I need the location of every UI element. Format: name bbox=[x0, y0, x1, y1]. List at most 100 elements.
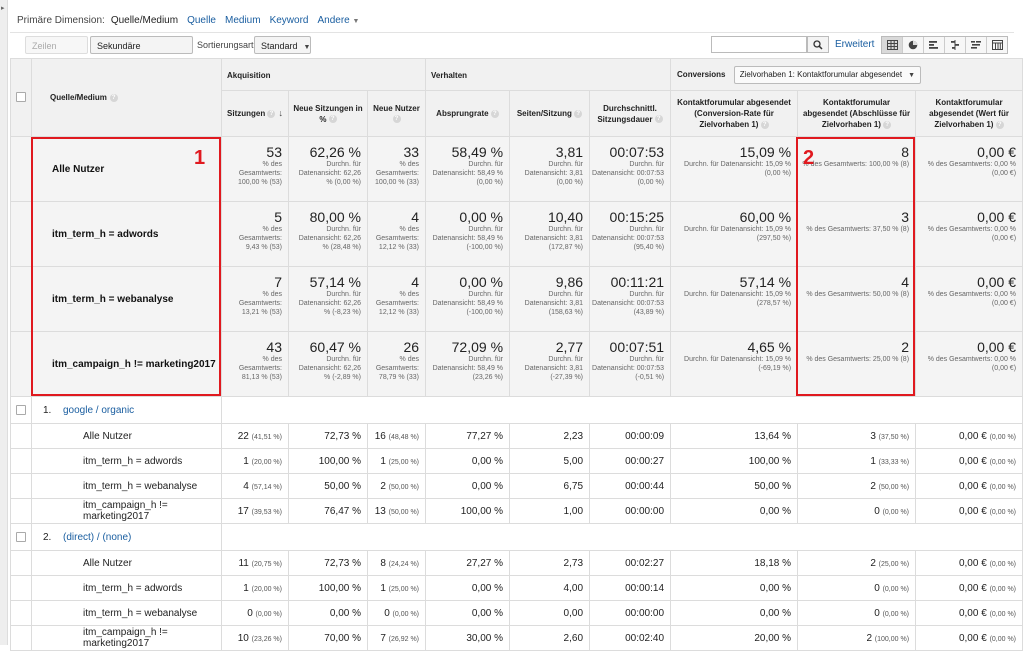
summary-rows: Alle Nutzer 53% des Gesamtwerts: 100,00 %… bbox=[10, 136, 1024, 397]
group-source-link[interactable]: google / organic bbox=[63, 405, 134, 416]
metric-cell: 43% des Gesamtwerts: 81,13 % (53) bbox=[221, 331, 289, 397]
metric-cell: 00:02:40 bbox=[589, 625, 672, 651]
column-header[interactable]: Durchschnittl. Sitzungsdauer ? bbox=[589, 90, 672, 137]
metric-comparison: Durchn. für Datenansicht: 15,09 % (297,5… bbox=[684, 226, 792, 242]
metric-value: 2,77 bbox=[555, 339, 584, 355]
dimension-link-medium[interactable]: Medium bbox=[225, 15, 261, 26]
metric-cell: 9,86 Durchn. für Datenansicht: 3,81 (158,… bbox=[509, 266, 591, 332]
metric-cell: 2 (50,00 %) bbox=[797, 473, 917, 499]
metric-comparison: % des Gesamtwerts: 0,00 % (0,00 €) bbox=[927, 226, 1017, 242]
dimension-link-keyword[interactable]: Keyword bbox=[270, 15, 309, 26]
report-table: Quelle/Medium ? Akquisition Verhalten Co… bbox=[10, 58, 1024, 651]
row-select-cell bbox=[10, 473, 32, 499]
metric-comparison: Durchn. für Datenansicht: 62,26 % (-8,23… bbox=[298, 291, 361, 316]
sort-type-dropdown[interactable]: Standard ▼ bbox=[254, 36, 311, 54]
metric-cell: 00:00:09 bbox=[589, 423, 672, 449]
pivot-view-button[interactable] bbox=[987, 37, 1007, 53]
help-icon[interactable]: ? bbox=[109, 93, 118, 102]
dimension-link-andere[interactable]: Andere ▼ bbox=[317, 15, 359, 26]
metric-value: 100,00 % bbox=[460, 505, 504, 517]
metric-cell: 0 (0,00 %) bbox=[797, 600, 917, 626]
pie-view-button[interactable] bbox=[903, 37, 924, 53]
dimension-header[interactable]: Quelle/Medium ? bbox=[31, 58, 222, 137]
metric-value: 00:02:27 bbox=[625, 557, 665, 569]
row-checkbox[interactable] bbox=[16, 531, 26, 542]
column-header[interactable]: Neue Sitzungen in % ? bbox=[288, 90, 368, 137]
help-icon[interactable]: ? bbox=[654, 115, 663, 124]
help-icon[interactable]: ? bbox=[490, 109, 499, 118]
metric-value: 53 bbox=[266, 144, 282, 160]
help-icon[interactable]: ? bbox=[574, 109, 583, 118]
metric-cell: 100,00 % bbox=[425, 498, 511, 524]
goal-select-dropdown[interactable]: Zielvorhaben 1: Kontaktforumular abgesen… bbox=[733, 65, 921, 84]
select-all-cell bbox=[10, 58, 32, 137]
metric-cell: 0,00 bbox=[509, 600, 591, 626]
metric-value: 15,09 % bbox=[739, 144, 792, 160]
metric-value: 00:00:27 bbox=[625, 455, 665, 467]
metric-value: 2 bbox=[870, 557, 876, 569]
metric-comparison: Durchn. für Datenansicht: 3,81 (0,00 %) bbox=[524, 161, 584, 186]
metric-cell: 2 (50,00 %) bbox=[366, 473, 427, 499]
column-header[interactable]: Kontaktforumular abgesendet (Abschlüsse … bbox=[797, 90, 917, 137]
metric-cell: 1 (25,00 %) bbox=[366, 575, 427, 601]
metric-cell: 58,49 % Durchn. für Datenansicht: 58,49 %… bbox=[425, 136, 511, 202]
metric-percent: (25,00 %) bbox=[878, 560, 910, 568]
help-icon[interactable]: ? bbox=[267, 109, 276, 118]
metric-cell: 0 (0,00 %) bbox=[797, 575, 917, 601]
performance-view-button[interactable] bbox=[924, 37, 945, 53]
metric-cell: 0,00 €% des Gesamtwerts: 0,00 % (0,00 €) bbox=[915, 201, 1024, 267]
help-icon[interactable]: ? bbox=[392, 115, 401, 124]
metric-comparison: % des Gesamtwerts: 37,50 % (8) bbox=[806, 226, 910, 233]
comparison-view-button[interactable] bbox=[945, 37, 966, 53]
column-header[interactable]: Kontaktforumular abgesendet (Wert für Zi… bbox=[915, 90, 1024, 137]
help-icon[interactable]: ? bbox=[883, 120, 892, 129]
left-panel-toggle[interactable]: ▸ bbox=[0, 0, 8, 645]
metric-cell: 2 (25,00 %) bbox=[797, 550, 917, 576]
secondary-dimension-dropdown[interactable]: Sekundäre Dimension▼ bbox=[90, 36, 193, 69]
search-button[interactable] bbox=[807, 36, 829, 53]
column-header[interactable]: Kontaktforumular abgesendet (Conversion-… bbox=[670, 90, 799, 137]
metric-cell: 70,00 % bbox=[288, 625, 368, 651]
column-header-label: Sitzungen bbox=[227, 109, 266, 118]
metric-value: 0,00 € bbox=[977, 209, 1017, 225]
column-header[interactable]: Absprungrate ? bbox=[425, 90, 511, 137]
summary-row: Alle Nutzer 53% des Gesamtwerts: 100,00 %… bbox=[10, 136, 1024, 202]
row-segment-label: itm_term_h = adwords bbox=[31, 448, 222, 474]
help-icon[interactable]: ? bbox=[760, 120, 769, 129]
metric-cell: 00:15:25 Durchn. für Datenansicht: 00:07:… bbox=[589, 201, 672, 267]
help-icon[interactable]: ? bbox=[328, 115, 337, 124]
table-view-button[interactable] bbox=[882, 37, 903, 53]
metric-percent: (0,00 %) bbox=[989, 560, 1017, 568]
metric-value: 0,00 % bbox=[459, 274, 504, 290]
metric-cell: 13 (50,00 %) bbox=[366, 498, 427, 524]
column-header[interactable]: Sitzungen ? ↓ bbox=[221, 90, 289, 137]
metric-cell: 1 (25,00 %) bbox=[366, 448, 427, 474]
dimension-link-quelle[interactable]: Quelle bbox=[187, 15, 216, 26]
group-source-link[interactable]: (direct) / (none) bbox=[63, 532, 131, 543]
metric-value: 4 bbox=[243, 480, 249, 492]
metric-cell: 17 (39,53 %) bbox=[221, 498, 289, 524]
term-cloud-view-button[interactable] bbox=[966, 37, 987, 53]
metric-cell: 80,00 % Durchn. für Datenansicht: 62,26 %… bbox=[288, 201, 368, 267]
section-conversions: Conversions Zielvorhaben 1: Kontaktforum… bbox=[670, 58, 1024, 91]
table-search-input[interactable] bbox=[711, 36, 807, 53]
summary-row-label: itm_term_h = webanalyse bbox=[31, 266, 222, 332]
select-all-checkbox[interactable] bbox=[16, 92, 26, 103]
help-icon[interactable]: ? bbox=[995, 120, 1004, 129]
sort-descending-icon[interactable]: ↓ bbox=[278, 108, 283, 118]
metric-value: 8 bbox=[901, 144, 910, 160]
column-header[interactable]: Neue Nutzer ? bbox=[366, 90, 427, 137]
metric-cell: 77,27 % bbox=[425, 423, 511, 449]
metric-percent: (0,00 %) bbox=[989, 458, 1017, 466]
metric-cell: 26% des Gesamtwerts: 78,79 % (33) bbox=[366, 331, 427, 397]
metric-comparison: Durchn. für Datenansicht: 3,81 (158,63 %… bbox=[524, 291, 584, 316]
metric-value: 57,14 % bbox=[739, 274, 792, 290]
metric-comparison: % des Gesamtwerts: 12,12 % (33) bbox=[375, 291, 420, 316]
show-rows-button[interactable]: Zeilen darstellen bbox=[25, 36, 88, 69]
metric-cell: 00:00:00 bbox=[589, 600, 672, 626]
advanced-filter-link[interactable]: Erweitert bbox=[835, 39, 874, 50]
metric-percent: (39,53 %) bbox=[251, 508, 282, 516]
column-header[interactable]: Seiten/Sitzung ? bbox=[509, 90, 591, 137]
dimension-header-label: Quelle/Medium bbox=[50, 93, 107, 102]
row-checkbox[interactable] bbox=[16, 404, 26, 415]
